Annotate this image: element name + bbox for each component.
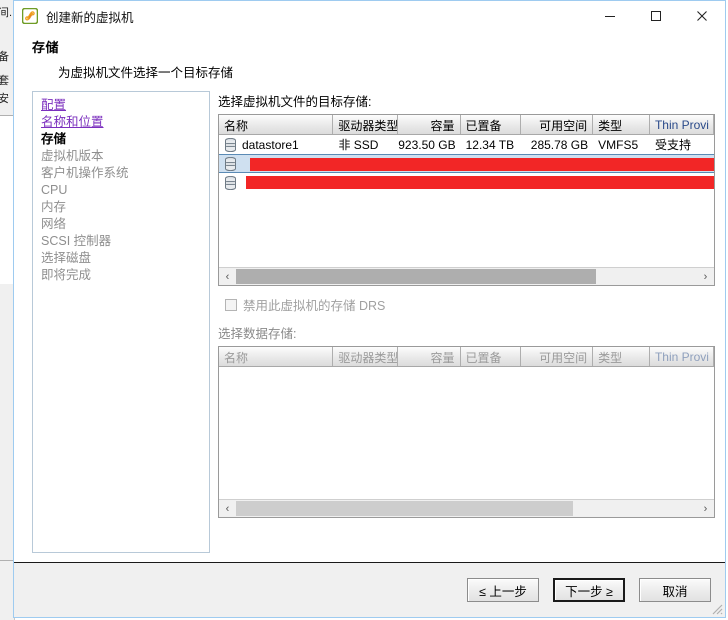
scroll-right-icon[interactable]: › xyxy=(697,500,714,517)
sidebar-item-configuration[interactable]: 配置 xyxy=(41,97,209,114)
datastore-selection-grid[interactable]: 名称 驱动器类型 容量 已置备 可用空间 类型 Thin Provi ‹ › xyxy=(218,346,715,518)
cell-drive-type: 非 SSD xyxy=(338,138,379,152)
page-subtitle: 为虚拟机文件选择一个目标存储 xyxy=(58,66,234,80)
bg-footer xyxy=(0,560,14,619)
scroll-track[interactable] xyxy=(236,501,697,516)
wizard-step-nav: 配置 名称和位置 存储 虚拟机版本 客户机操作系统 CPU 内存 网络 SCSI… xyxy=(32,91,210,553)
cell-thin-provisioning: 受支持 xyxy=(654,138,691,152)
wizard-body: 配置 名称和位置 存储 虚拟机版本 客户机操作系统 CPU 内存 网络 SCSI… xyxy=(14,91,725,562)
window-title: 创建新的虚拟机 xyxy=(46,10,134,25)
maximize-button[interactable] xyxy=(633,1,679,31)
next-button[interactable]: 下一步 ≥ xyxy=(553,578,625,602)
sidebar-item-guest-os: 客户机操作系统 xyxy=(41,166,129,180)
column-header-thin-provisioning[interactable]: Thin Provi xyxy=(650,115,714,134)
column-header-capacity[interactable]: 容量 xyxy=(398,115,461,134)
grid-body: datastore1 非 SSD 923.50 GB 12.34 TB 285.… xyxy=(219,135,714,267)
destination-storage-grid[interactable]: 名称 驱动器类型 容量 已置备 可用空间 类型 Thin Provi datas… xyxy=(218,114,715,286)
scroll-right-icon[interactable]: › xyxy=(697,268,714,285)
bg-fragment-1: 备 xyxy=(0,48,9,64)
scroll-track[interactable] xyxy=(236,269,697,284)
scroll-thumb[interactable] xyxy=(236,501,573,516)
cell-name: datastore1 xyxy=(242,137,299,152)
table-row[interactable] xyxy=(219,173,714,192)
disable-storage-drs-checkbox[interactable] xyxy=(225,298,237,311)
upper-horizontal-scrollbar[interactable]: ‹ › xyxy=(219,267,714,285)
cell-type: VMFS5 xyxy=(598,137,639,152)
disable-storage-drs-row[interactable]: 禁用此虚拟机的存储 DRS xyxy=(225,295,715,314)
datastore-icon xyxy=(224,175,242,190)
sidebar-item-select-disk: 选择磁盘 xyxy=(41,251,92,265)
sidebar-item-name-location[interactable]: 名称和位置 xyxy=(41,114,209,131)
bg-panel xyxy=(0,115,14,284)
back-button[interactable]: ≤ 上一步 xyxy=(467,578,539,602)
page-title: 存储 xyxy=(32,40,60,55)
minimize-icon xyxy=(605,16,615,17)
cancel-button[interactable]: 取消 xyxy=(639,578,711,602)
sidebar-item-network: 网络 xyxy=(41,217,67,231)
column-header-free-space[interactable]: 可用空间 xyxy=(521,115,594,134)
cell-capacity: 923.50 GB xyxy=(398,137,456,152)
table-row[interactable]: datastore1 非 SSD 923.50 GB 12.34 TB 285.… xyxy=(219,135,714,154)
cell-free-space: 285.78 GB xyxy=(530,137,589,152)
grid-header-row: 名称 驱动器类型 容量 已置备 可用空间 类型 Thin Provi xyxy=(219,115,714,135)
minimize-button[interactable] xyxy=(587,1,633,31)
resize-grip-icon[interactable] xyxy=(709,601,723,615)
column-header-name[interactable]: 名称 xyxy=(219,115,334,134)
column-header-drive-type[interactable]: 驱动器类型 xyxy=(333,347,399,366)
create-vm-wizard-dialog: 创建新的虚拟机 存储 为虚拟机文件选择一个目标存储 配置 名称和位置 存储 虚拟… xyxy=(13,0,726,618)
upper-grid-label: 选择虚拟机文件的目标存储: xyxy=(218,95,372,109)
wizard-footer: ≤ 上一步 下一步 ≥ 取消 xyxy=(14,562,725,617)
sidebar-item-cpu: CPU xyxy=(41,183,68,197)
maximize-icon xyxy=(651,11,661,21)
grid-body-empty xyxy=(219,367,714,499)
sidebar-item-storage[interactable]: 存储 xyxy=(41,131,209,148)
table-row[interactable] xyxy=(219,154,714,173)
scroll-left-icon[interactable]: ‹ xyxy=(219,268,236,285)
grid-header-row: 名称 驱动器类型 容量 已置备 可用空间 类型 Thin Provi xyxy=(219,347,714,367)
title-bar[interactable]: 创建新的虚拟机 xyxy=(14,1,725,31)
storage-selection-panel: 选择虚拟机文件的目标存储: 名称 驱动器类型 容量 已置备 可用空间 类型 Th… xyxy=(218,91,725,562)
column-header-thin-provisioning[interactable]: Thin Provi xyxy=(650,347,714,366)
lower-horizontal-scrollbar[interactable]: ‹ › xyxy=(219,499,714,517)
lower-grid-label: 选择数据存储: xyxy=(218,327,297,341)
column-header-type[interactable]: 类型 xyxy=(593,115,650,134)
datastore-icon xyxy=(224,137,242,152)
cell-provisioned: 12.34 TB xyxy=(465,137,515,152)
column-header-provisioned[interactable]: 已置备 xyxy=(461,115,521,134)
vm-wizard-icon xyxy=(21,7,39,25)
column-header-capacity[interactable]: 容量 xyxy=(398,347,461,366)
bg-fragment-0: 间. xyxy=(0,7,13,19)
column-header-free-space[interactable]: 可用空间 xyxy=(521,347,594,366)
sidebar-item-memory: 内存 xyxy=(41,200,67,214)
bg-fragment-2: 套 xyxy=(0,72,9,88)
redacted-content xyxy=(246,176,714,189)
column-header-drive-type[interactable]: 驱动器类型 xyxy=(333,115,399,134)
wizard-header: 存储 为虚拟机文件选择一个目标存储 xyxy=(14,31,725,91)
disable-storage-drs-label: 禁用此虚拟机的存储 DRS xyxy=(243,299,386,313)
redacted-content xyxy=(250,158,714,171)
close-icon xyxy=(697,11,707,21)
scroll-left-icon[interactable]: ‹ xyxy=(219,500,236,517)
column-header-type[interactable]: 类型 xyxy=(593,347,650,366)
close-button[interactable] xyxy=(679,1,725,31)
sidebar-item-vm-version: 虚拟机版本 xyxy=(41,149,104,163)
bg-fragment-3: 安 xyxy=(0,90,9,106)
sidebar-item-ready-complete: 即将完成 xyxy=(41,268,92,282)
scroll-thumb[interactable] xyxy=(236,269,596,284)
datastore-icon xyxy=(224,156,242,171)
column-header-name[interactable]: 名称 xyxy=(219,347,334,366)
column-header-provisioned[interactable]: 已置备 xyxy=(461,347,521,366)
sidebar-item-scsi-controller: SCSI 控制器 xyxy=(41,234,112,248)
